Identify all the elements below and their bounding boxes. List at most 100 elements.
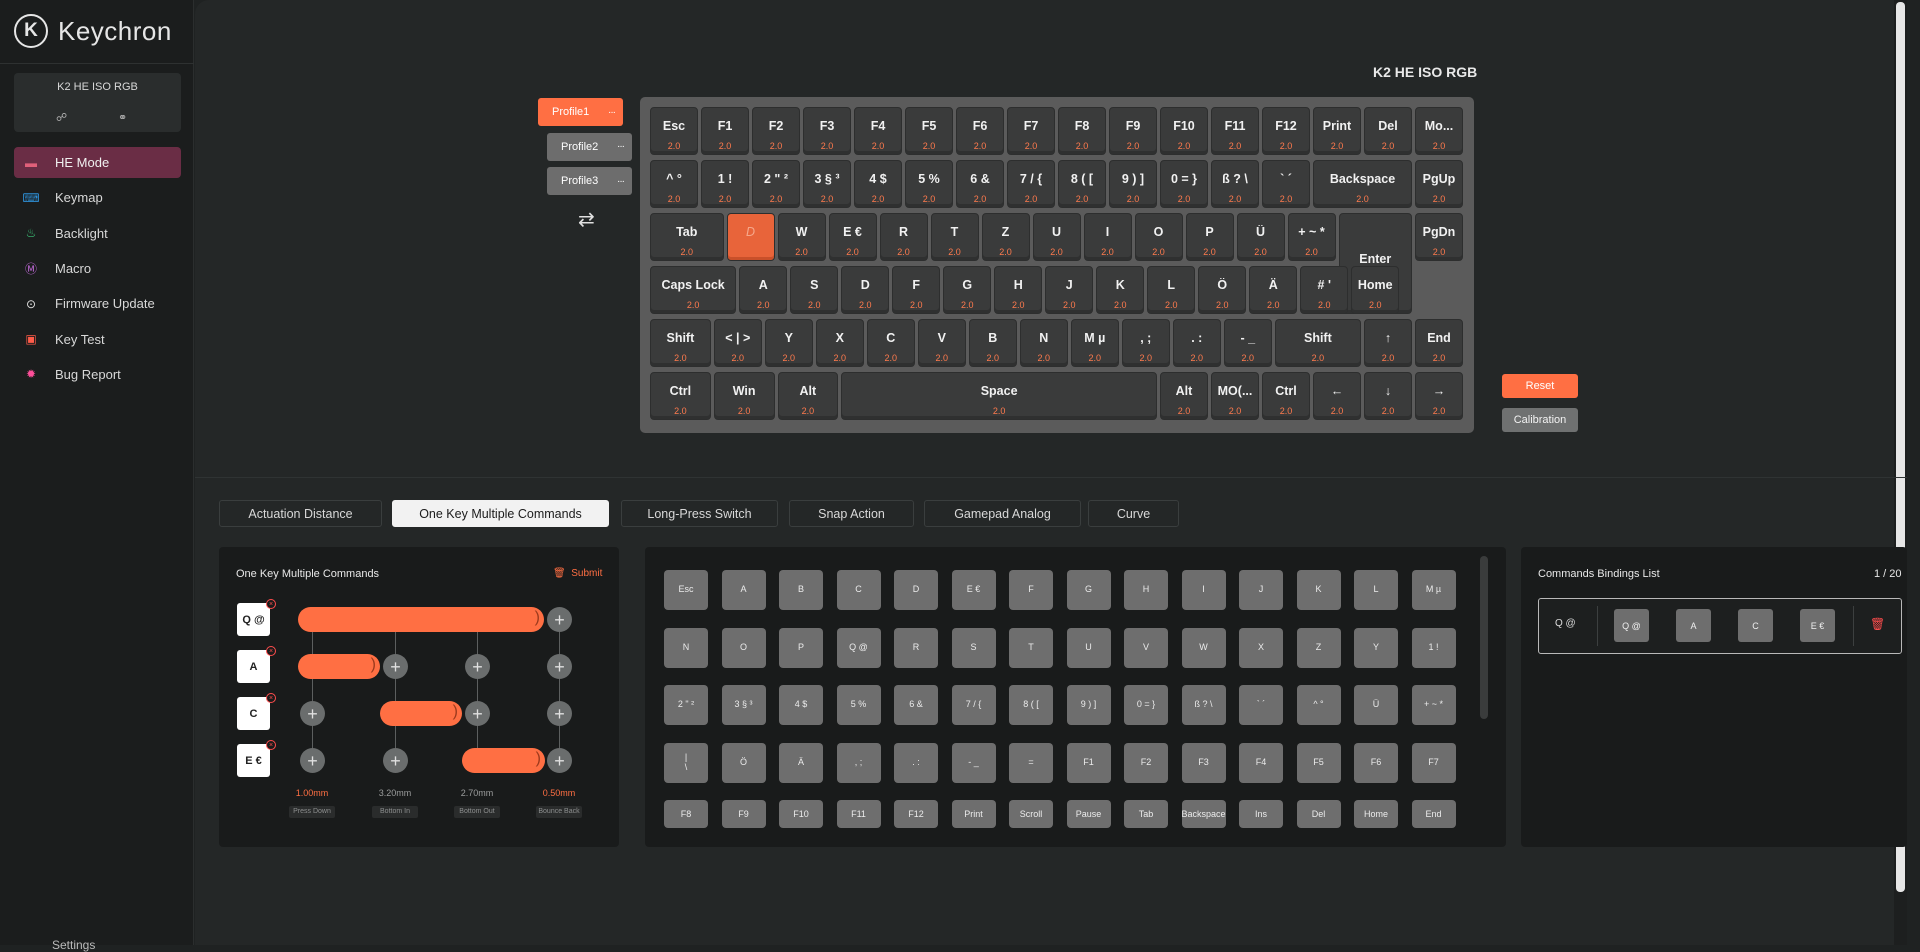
key-j[interactable]: J 2.0 <box>1045 266 1094 314</box>
grid-key[interactable]: 3 § ³ <box>721 685 766 725</box>
grid-key[interactable]: S <box>951 627 996 668</box>
key-v[interactable]: V 2.0 <box>917 319 966 367</box>
key-d[interactable]: D 2.0 <box>841 266 890 314</box>
key-ctrl[interactable]: Ctrl 2.0 <box>650 372 711 420</box>
profile-3-button[interactable]: Profile3 ··· <box>547 167 632 195</box>
key-shift[interactable]: Shift 2.0 <box>650 319 711 367</box>
swap-icon[interactable]: ⇄ <box>578 207 595 232</box>
key-[interactable]: , ; 2.0 <box>1121 319 1170 367</box>
key-o[interactable]: O 2.0 <box>1134 213 1183 261</box>
grid-key[interactable]: L <box>1354 570 1398 610</box>
command-action-bar[interactable]: ) <box>380 701 462 726</box>
grid-key[interactable]: W <box>1181 627 1226 668</box>
sidebar-item-settings[interactable]: Settings <box>52 938 95 952</box>
bar-handle[interactable]: ) <box>536 750 541 768</box>
tab-one-key-multiple-commands[interactable]: One Key Multiple Commands <box>392 500 609 527</box>
grid-key[interactable]: Z <box>1296 627 1341 668</box>
key-mo[interactable]: MO(... 2.0 <box>1211 372 1259 420</box>
tab-actuation-distance[interactable]: Actuation Distance <box>219 500 382 527</box>
key-8[interactable]: 8 ( [2.0 <box>1058 160 1106 208</box>
key-[interactable]: ↑ 2.0 <box>1364 319 1412 367</box>
grid-key[interactable]: 9 ) ] <box>1066 685 1111 725</box>
grid-key[interactable]: F <box>1009 570 1053 610</box>
grid-key[interactable]: F1 <box>1066 742 1111 783</box>
grid-key[interactable]: - _ <box>951 742 996 783</box>
link-icon[interactable]: ☍ <box>56 111 67 124</box>
add-action-button[interactable]: + <box>547 607 572 632</box>
key-tab[interactable]: Tab 2.0 <box>650 213 724 261</box>
grid-key[interactable]: Ü <box>1354 685 1398 725</box>
key-h[interactable]: H 2.0 <box>994 266 1043 314</box>
key-f[interactable]: F 2.0 <box>892 266 941 314</box>
key-alt[interactable]: Alt 2.0 <box>1160 372 1208 420</box>
grid-key[interactable]: Y <box>1354 627 1398 668</box>
key-9[interactable]: 9 ) ] 2.0 <box>1109 160 1157 208</box>
keychron-logo[interactable]: K Keychron <box>14 13 172 49</box>
key-f3[interactable]: F3 2.0 <box>803 107 851 155</box>
grid-key[interactable]: F11 <box>836 800 881 828</box>
grid-key[interactable]: D <box>894 570 938 610</box>
key-f9[interactable]: F9 2.0 <box>1109 107 1157 155</box>
grid-key[interactable]: F4 <box>1239 742 1283 783</box>
key-i[interactable]: I 2.0 <box>1083 213 1132 261</box>
sidebar-item-firmware-update[interactable]: ⊙ Firmware Update <box>14 288 181 319</box>
add-action-button[interactable]: + <box>547 654 572 679</box>
grid-key[interactable]: | \ <box>664 742 708 783</box>
add-action-button[interactable]: + <box>465 701 490 726</box>
grid-key[interactable]: Backspace <box>1181 800 1226 828</box>
key-win[interactable]: Win 2.0 <box>713 372 775 420</box>
key-y[interactable]: Y 2.0 <box>764 319 813 367</box>
key-[interactable]: ß ? \ 2.0 <box>1211 160 1259 208</box>
command-key[interactable]: A <box>237 650 270 683</box>
key-f12[interactable]: F12 2.0 <box>1262 107 1310 155</box>
grid-key[interactable]: 8 ( [ <box>1009 685 1053 725</box>
add-action-button[interactable]: + <box>383 654 408 679</box>
grid-key[interactable]: F8 <box>664 800 708 828</box>
key-5[interactable]: 5 % 2.0 <box>905 160 953 208</box>
profile-menu-icon[interactable]: ··· <box>608 107 616 118</box>
grid-key[interactable]: Ö <box>721 742 766 783</box>
grid-key[interactable]: J <box>1239 570 1283 610</box>
add-action-button[interactable]: + <box>300 701 325 726</box>
key-print[interactable]: Print 2.0 <box>1313 107 1361 155</box>
reset-button[interactable]: Reset <box>1502 374 1578 398</box>
key-f11[interactable]: F11 2.0 <box>1211 107 1259 155</box>
key-f5[interactable]: F5 2.0 <box>905 107 953 155</box>
grid-key[interactable]: 0 = } <box>1124 685 1168 725</box>
key-end[interactable]: End 2.0 <box>1415 319 1463 367</box>
remove-icon[interactable]: × <box>266 599 276 609</box>
grid-key[interactable]: ` ´ <box>1239 685 1283 725</box>
key-t[interactable]: T 2.0 <box>930 213 979 261</box>
grid-key[interactable]: Pause <box>1066 800 1111 828</box>
tab-long-press-switch[interactable]: Long-Press Switch <box>621 500 778 527</box>
key-mo[interactable]: Mo... 2.0 <box>1415 107 1463 155</box>
grid-key[interactable]: Del <box>1296 800 1341 828</box>
grid-key[interactable]: Esc <box>664 570 708 610</box>
add-action-button[interactable]: + <box>300 748 325 773</box>
key-w[interactable]: W 2.0 <box>777 213 826 261</box>
grid-key[interactable]: Ä <box>779 742 823 783</box>
key-4[interactable]: 4 $ 2.0 <box>854 160 902 208</box>
key-[interactable]: Ä 2.0 <box>1249 266 1298 314</box>
bound-key[interactable]: Q @ <box>1614 609 1649 642</box>
grid-key[interactable]: 5 % <box>836 685 881 725</box>
add-action-button[interactable]: + <box>547 748 572 773</box>
grid-key[interactable]: . : <box>894 742 938 783</box>
grid-key[interactable]: End <box>1411 800 1456 828</box>
bound-key[interactable]: C <box>1738 609 1773 642</box>
grid-key[interactable]: 1 ! <box>1411 627 1456 668</box>
grid-key[interactable]: ß ? \ <box>1181 685 1226 725</box>
add-action-button[interactable]: + <box>383 748 408 773</box>
grid-key[interactable]: B <box>779 570 823 610</box>
remove-icon[interactable]: × <box>266 693 276 703</box>
sidebar-item-bug-report[interactable]: ✹ Bug Report <box>14 359 181 390</box>
key-0[interactable]: 0 = } 2.0 <box>1160 160 1208 208</box>
tab-gamepad-analog[interactable]: Gamepad Analog <box>924 500 1081 527</box>
grid-key[interactable]: P <box>779 627 823 668</box>
key-alt[interactable]: Alt 2.0 <box>777 372 839 420</box>
key-f4[interactable]: F4 2.0 <box>854 107 902 155</box>
remove-icon[interactable]: × <box>266 646 276 656</box>
bar-handle[interactable]: ) <box>453 703 458 721</box>
key-[interactable]: ← 2.0 <box>1313 372 1361 420</box>
key-b[interactable]: B 2.0 <box>968 319 1017 367</box>
